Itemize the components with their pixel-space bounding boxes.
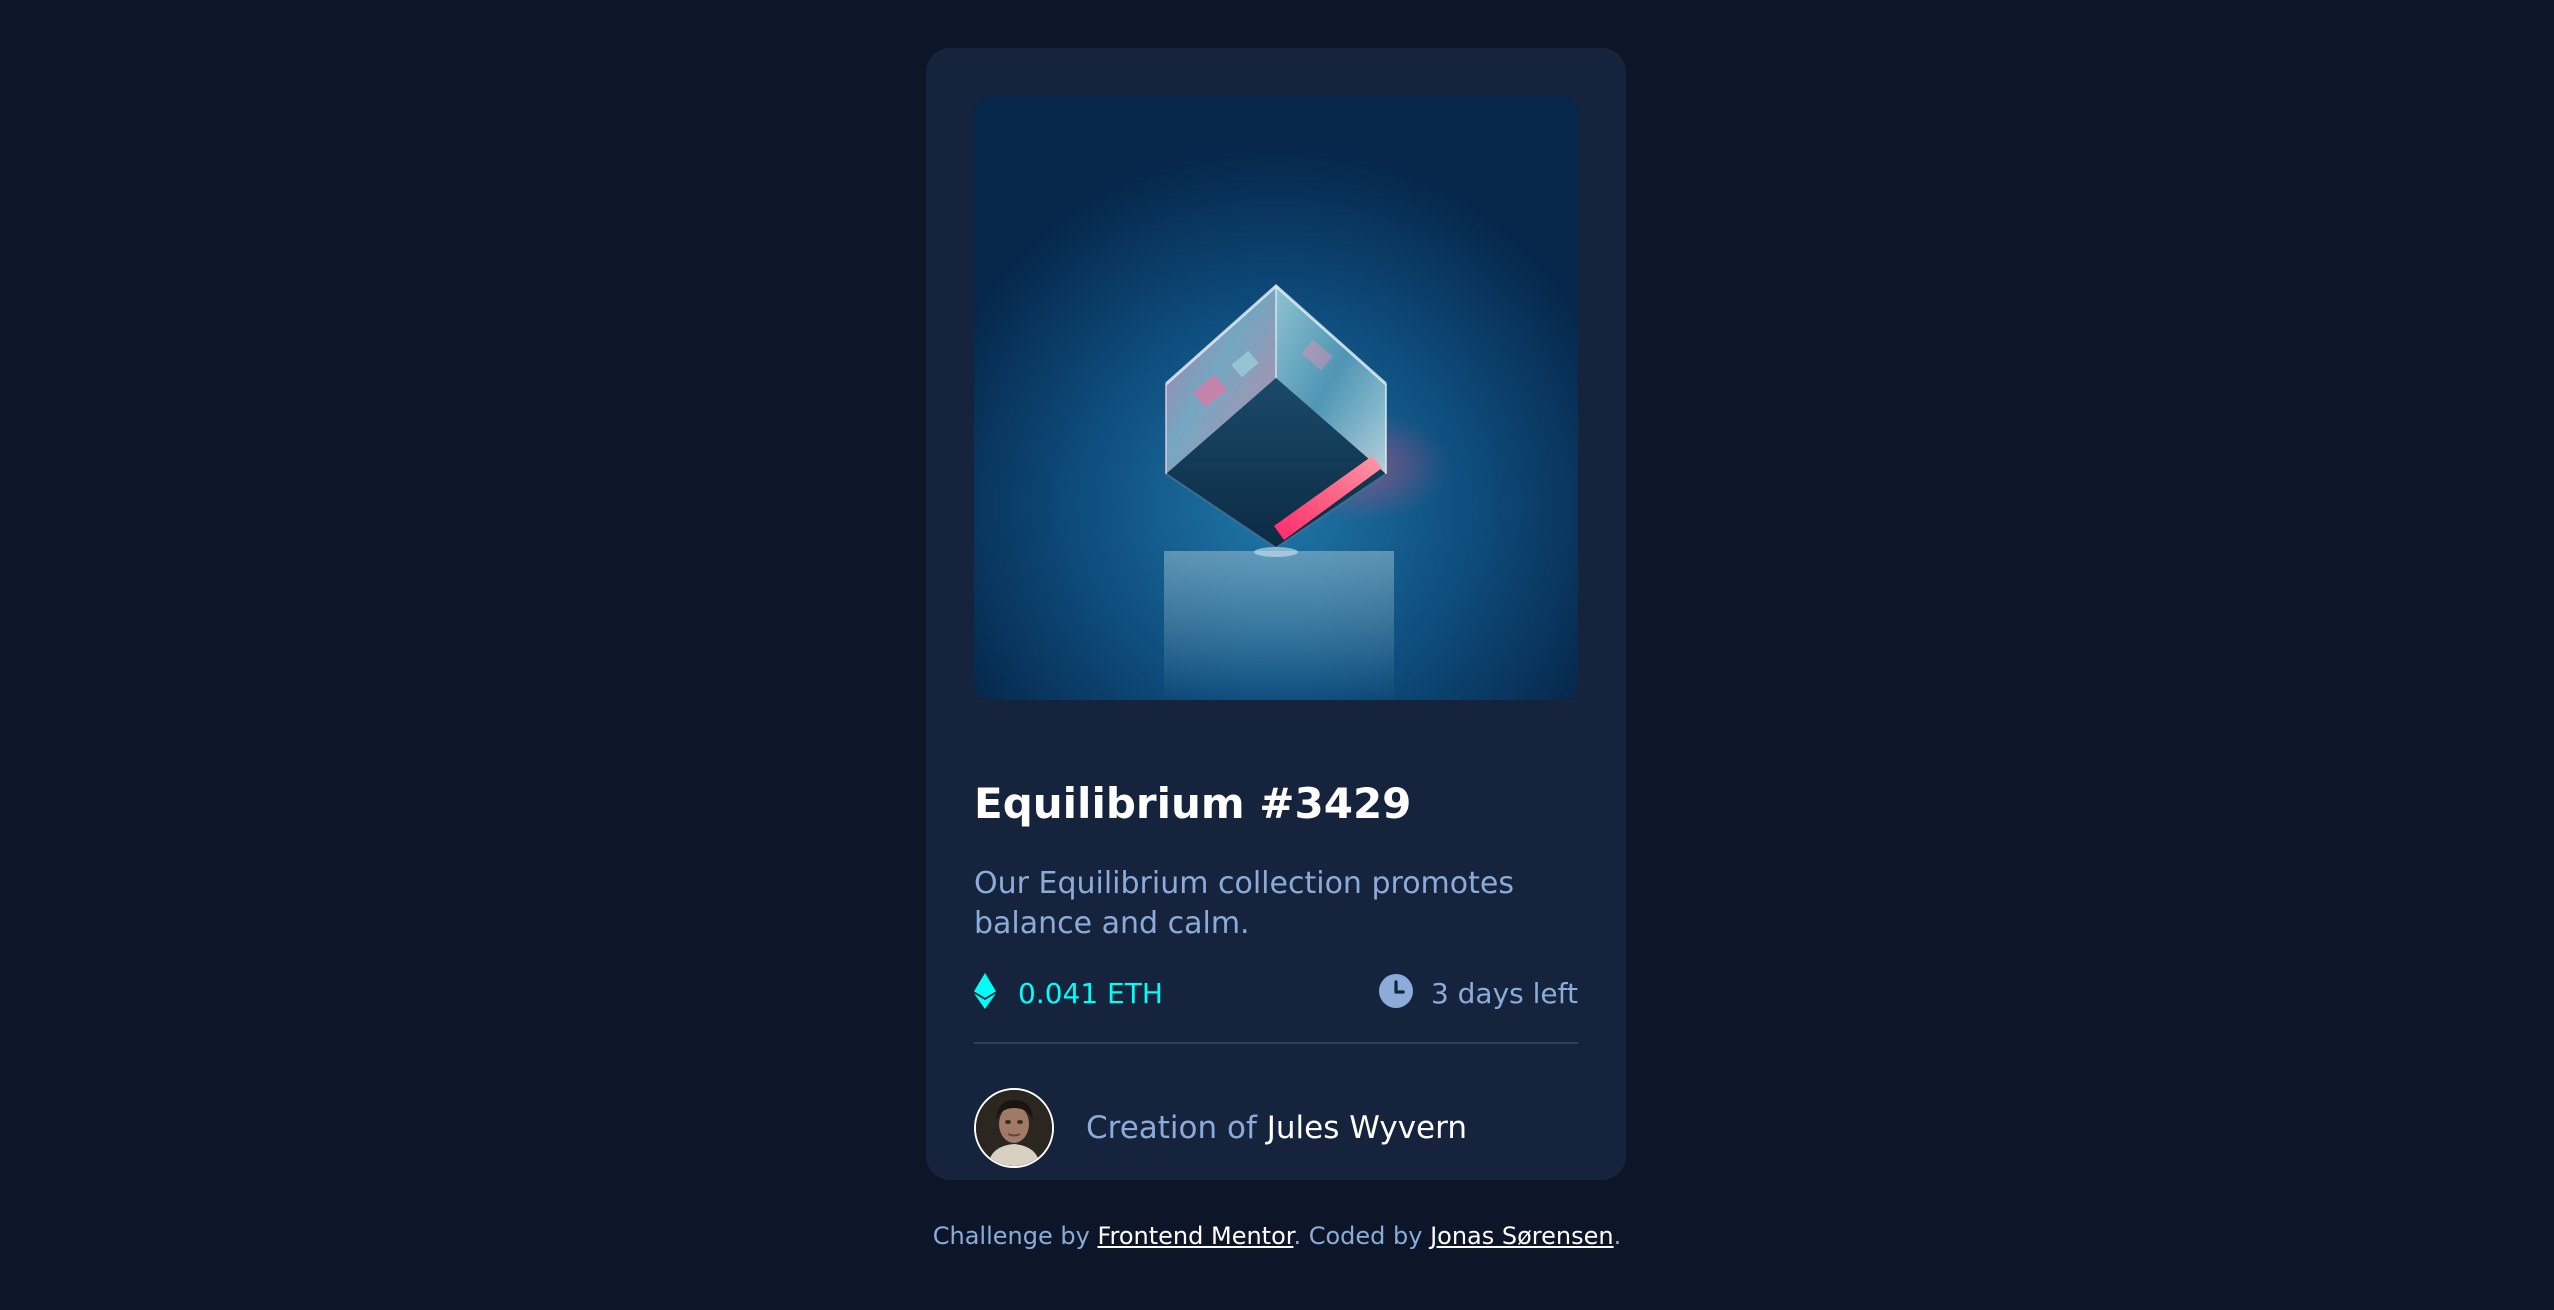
nft-image[interactable] — [974, 96, 1578, 700]
attribution-prefix: Challenge by — [932, 1222, 1090, 1250]
equilibrium-cube-image — [974, 96, 1578, 700]
author-link[interactable]: Jonas Sørensen — [1430, 1222, 1614, 1250]
creator-text: Creation of Jules Wyvern — [1086, 1110, 1467, 1146]
ethereum-icon — [974, 973, 996, 1013]
attribution-middle: . Coded by — [1293, 1222, 1423, 1250]
nft-title[interactable]: Equilibrium #3429 — [974, 778, 1411, 830]
frontend-mentor-link[interactable]: Frontend Mentor — [1097, 1222, 1293, 1250]
avatar — [974, 1088, 1054, 1168]
creator-prefix: Creation of — [1086, 1110, 1257, 1146]
attribution: Challenge by Frontend Mentor. Coded by J… — [0, 1222, 2554, 1250]
nft-description: Our Equilibrium collection promotes bala… — [974, 866, 1514, 941]
attribution-suffix: . — [1613, 1222, 1622, 1250]
creator-row: Creation of Jules Wyvern — [974, 1088, 1467, 1168]
time-group: 3 days left — [1378, 970, 1578, 1016]
divider — [974, 1042, 1578, 1044]
price-value: 0.041 ETH — [1018, 976, 1163, 1010]
nft-card: Equilibrium #3429 Our Equilibrium collec… — [926, 48, 1626, 1180]
price-group: 0.041 ETH — [974, 970, 1163, 1016]
nft-meta-row: 0.041 ETH 3 days left — [974, 970, 1578, 1016]
clock-icon — [1378, 974, 1413, 1012]
creator-name-link[interactable]: Jules Wyvern — [1267, 1110, 1467, 1146]
time-left-value: 3 days left — [1430, 976, 1578, 1010]
